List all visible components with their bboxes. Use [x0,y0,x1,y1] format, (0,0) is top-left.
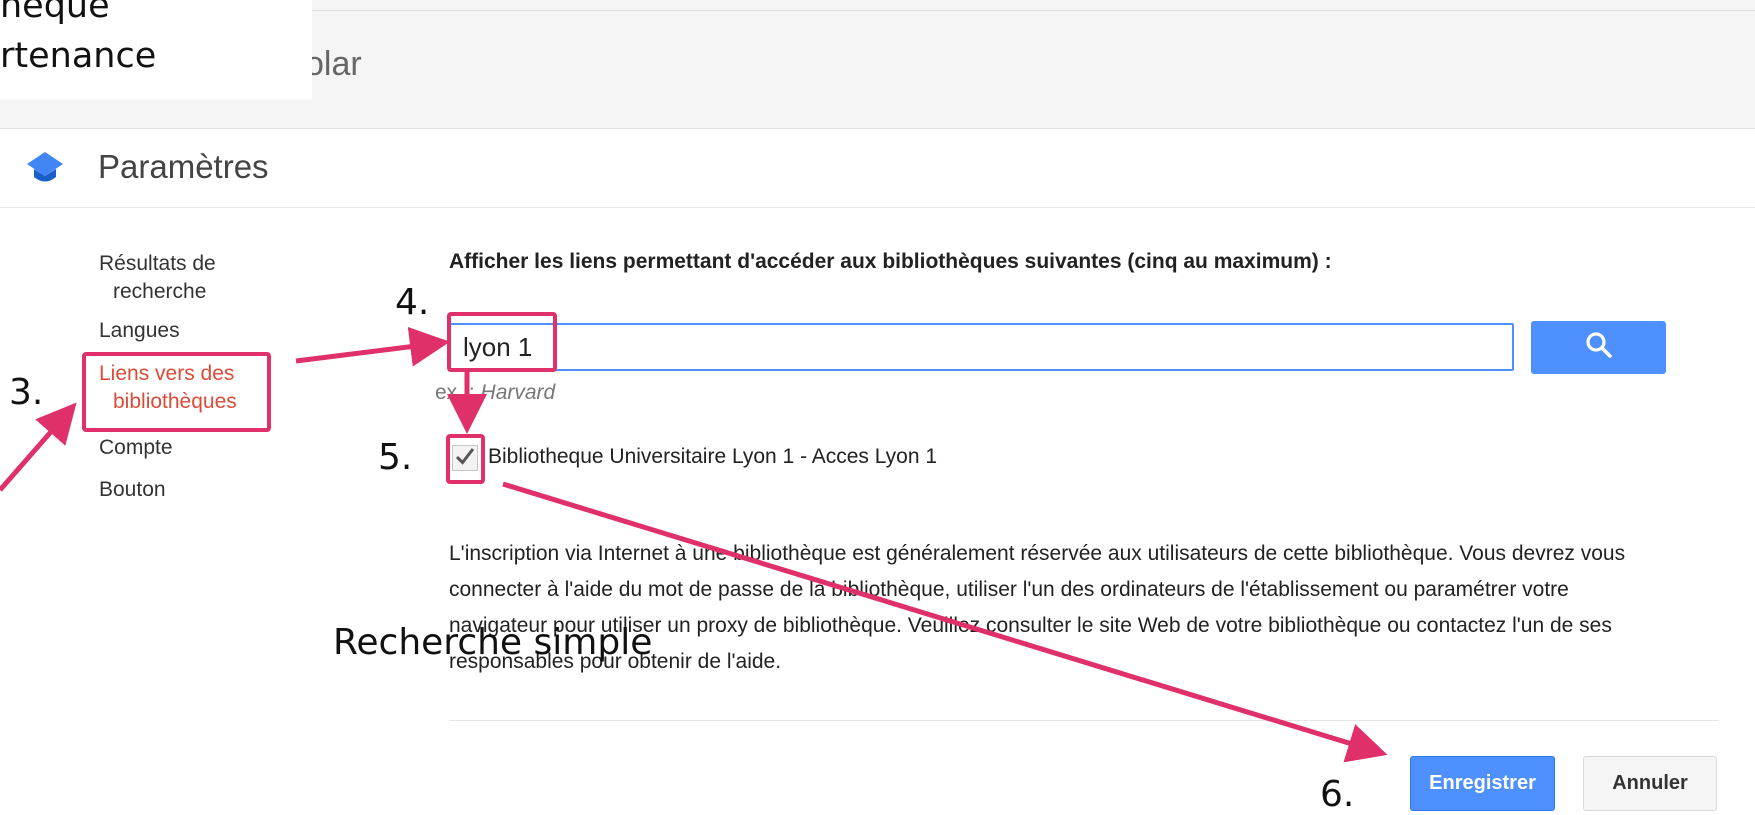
settings-title: Paramètres [98,148,269,185]
sidebar-item-languages[interactable]: Langues [99,317,180,345]
sidebar-item-account[interactable]: Compte [99,434,173,462]
top-divider [310,10,1755,11]
arrow-to-library-links [0,402,77,492]
search-button[interactable] [1531,321,1666,374]
hint-prefix: ex. : [435,381,475,404]
caption-line-2: rtenance [0,36,157,76]
cancel-button[interactable]: Annuler [1583,756,1717,811]
library-search-input[interactable] [449,323,1514,371]
sidebar-item-label-cont: recherche [113,280,207,303]
highlight-library-links [82,352,271,432]
save-button[interactable]: Enregistrer [1410,756,1555,811]
arrow-to-search [295,326,450,367]
actions-divider [449,720,1719,721]
sidebar-item-label: Résultats de [99,252,216,275]
hint-example: Harvard [480,381,556,404]
step-5-label: 5. [378,437,413,478]
step-4-label: 4. [395,282,430,323]
caption-line-1: heque [0,0,110,26]
highlight-checkbox [446,434,485,484]
sidebar-item-search-results[interactable]: Résultats de recherche [99,250,216,306]
highlight-search-input [447,312,557,372]
library-links-heading: Afficher les liens permettant d'accéder … [449,250,1332,273]
brand-title: olar [305,45,362,83]
sidebar-item-button[interactable]: Bouton [99,476,166,504]
library-result-label: Bibliotheque Universitaire Lyon 1 - Acce… [488,445,938,468]
step-6-label: 6. [1320,774,1355,815]
step-3-label: 3. [9,372,44,413]
caption-overlay: heque rtenance [0,0,312,99]
search-hint: ex. : Harvard [435,381,555,405]
caption-recherche-simple: Recherche simple [333,622,653,663]
graduation-cap-icon [25,150,65,191]
search-icon [1585,331,1613,364]
